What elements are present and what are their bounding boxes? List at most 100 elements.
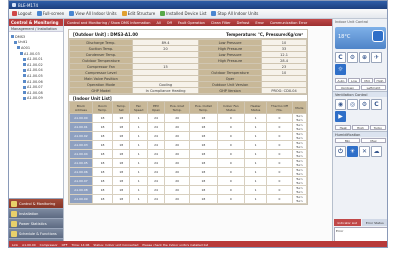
table-cell: 0	[266, 158, 293, 168]
humidity-min-button[interactable]: Min	[335, 138, 360, 143]
unit-address-cell: A1.00.07	[69, 176, 93, 186]
column-header[interactable]: Block Address	[69, 101, 93, 114]
unit-icon	[17, 46, 20, 50]
indoor-unit-table: Block Address Room Temp. Temp. Set Fan Spee…	[69, 101, 308, 204]
table-cell: 18	[91, 167, 114, 177]
column-header[interactable]: Temp. Set	[112, 101, 131, 114]
table-cell: 18	[189, 140, 218, 150]
table-row[interactable]: A1.00.05 18 18 1 24 20 18 0 1 0 Turn Turn	[69, 158, 308, 168]
fan-mid-button[interactable]: Mid	[361, 78, 373, 83]
folder-icon	[14, 40, 17, 44]
swing-updown-button[interactable]: Up/down	[335, 85, 360, 90]
vent-heat-button[interactable]: Heat	[335, 125, 352, 130]
tab-error-status[interactable]: Error Status	[361, 219, 387, 226]
tab-dms-info[interactable]: Control and Monitoring / Show DMS Inform…	[67, 21, 150, 25]
heat-mode-button[interactable]: ☼	[335, 64, 346, 75]
right-tabs: Indicator List Error Status	[333, 219, 387, 226]
filter-defrost[interactable]: Defrost	[237, 21, 250, 25]
table-cell: 1	[129, 158, 149, 168]
table-cell: 20	[164, 140, 191, 150]
table-cell: 18	[189, 113, 218, 123]
device-list-button[interactable]: Installed Device List	[160, 11, 206, 16]
fan-low-button[interactable]: Low	[348, 78, 360, 83]
table-cell: 0	[216, 185, 245, 195]
view-all-button[interactable]: View All Indoor Units	[69, 11, 117, 16]
edit-structure-button[interactable]: Edit Structure	[121, 11, 155, 16]
left-panel-title: Control & Monitoring	[9, 19, 63, 26]
nav-schedule[interactable]: Schedule & Functions	[9, 228, 63, 238]
table-row[interactable]: A1.00.07 18 18 1 24 20 18 0 1 0 Turn Turn	[69, 176, 308, 186]
toolbar: Logout Full-screen View All Indoor Units…	[9, 9, 387, 19]
table-cell: 24	[147, 113, 166, 123]
nav-power-statistics[interactable]: Power Statistics	[9, 218, 63, 228]
table-cell: 0	[216, 194, 245, 204]
window-title: BLE-M174	[18, 2, 39, 8]
swing-leftright-button[interactable]: Left/right	[361, 85, 386, 90]
cloud-button[interactable]: ☁	[371, 146, 382, 157]
cool-mode-button[interactable]: C	[335, 52, 346, 63]
humidity-max-button[interactable]: Max	[361, 138, 386, 143]
column-header[interactable]: Eva. Outlet Temp.	[189, 101, 218, 114]
table-row[interactable]: A1.00.06 18 18 1 24 20 18 0 1 0 Turn Turn	[69, 167, 308, 177]
app-icon	[12, 3, 16, 7]
table-row[interactable]: A1.00.03 18 18 1 24 20 18 0 1 0 Turn Turn	[69, 140, 308, 150]
sun-button[interactable]: ☀	[347, 146, 358, 157]
table-cell: 18	[189, 131, 218, 141]
table-cell: 0	[216, 131, 245, 141]
filter-fault[interactable]: Fault Operation	[178, 21, 205, 25]
column-header[interactable]: EEV Open	[147, 101, 166, 114]
unit-address-cell: A1.00.00	[69, 113, 93, 123]
outdoor-unit-panel: [Outdoor Unit] : DMS3-A1.00 Temperature:…	[68, 29, 308, 205]
fan-high-button[interactable]: High	[374, 78, 386, 83]
tab-indicator-list[interactable]: Indicator List	[334, 219, 361, 226]
column-header[interactable]: Mode	[291, 101, 308, 114]
vent-button-2[interactable]: ◎	[347, 99, 358, 110]
power-knob[interactable]	[372, 30, 384, 42]
app-window: BLE-M174 Logout Full-screen View All Ind…	[8, 0, 388, 248]
vent-turbo-button[interactable]: Turbo	[369, 125, 386, 130]
filter-clean-filter[interactable]: Clean Filter	[211, 21, 231, 25]
main-area: Control and Monitoring / Show DMS Inform…	[64, 19, 332, 247]
table-row[interactable]: A1.00.00 18 18 1 24 20 18 0 1 0 Turn Turn	[69, 113, 308, 123]
table-cell: 18	[91, 194, 114, 204]
filter-comm-error[interactable]: Communication Error	[270, 21, 307, 25]
vent-button-3[interactable]: ⚙	[359, 99, 370, 110]
table-row[interactable]: A1.00.08 18 18 1 24 20 18 0 1 0 Turn Turn	[69, 185, 308, 195]
auto-mode-button[interactable]: ⊕	[359, 52, 370, 63]
column-header[interactable]: Indoor Fan Status	[216, 101, 245, 114]
table-cell: 1	[243, 149, 268, 159]
table-row[interactable]: A1.00.02 18 18 1 24 20 18 0 1 0 Turn Turn	[69, 131, 308, 141]
vent-button-4[interactable]: C	[371, 99, 382, 110]
table-row[interactable]: A1.00.09 18 18 1 24 20 18 0 1 0 Turn Turn	[69, 194, 308, 204]
vent-high-button[interactable]: High	[352, 125, 369, 130]
column-header[interactable]: Thermo Off Hrs.	[266, 101, 293, 114]
vent-button-1[interactable]: ◉	[335, 99, 346, 110]
stop-all-button[interactable]: Stop All Indoor Units	[211, 11, 258, 16]
column-header[interactable]: Eva. Inlet Temp.	[164, 101, 191, 114]
fan-mode-button[interactable]: ⚙	[347, 52, 358, 63]
table-cell: Turn Turn	[291, 185, 308, 195]
column-header[interactable]: Heater Status	[243, 101, 268, 114]
filter-error[interactable]: Error	[255, 21, 264, 25]
column-header[interactable]: Fan Speed	[129, 101, 149, 114]
status-item: OFF	[61, 243, 68, 247]
status-row: GHP Model In Compliance Heating GHP Versio…	[69, 87, 307, 94]
table-row[interactable]: A1.00.01 18 18 1 24 20 18 0 1 0 Turn Turn	[69, 122, 308, 132]
table-cell: 1	[243, 140, 268, 150]
nav-installation[interactable]: Installation	[9, 208, 63, 218]
table-row[interactable]: A1.00.04 18 18 1 24 20 18 0 1 0 Turn Turn	[69, 149, 308, 159]
cancel-button[interactable]: ✕	[359, 146, 370, 157]
monitor-icon	[11, 200, 17, 207]
table-cell: 1	[243, 131, 268, 141]
dry-mode-button[interactable]: ✈	[371, 52, 382, 63]
fan-auto-button[interactable]: Auto	[335, 78, 347, 83]
tree-item[interactable]: A1.00.09	[11, 96, 61, 102]
power-button[interactable]: ⏻	[335, 146, 346, 157]
logout-button[interactable]: Logout	[12, 11, 32, 16]
nav-control-monitoring[interactable]: Control & Monitoring	[9, 198, 63, 208]
fullscreen-button[interactable]: Full-screen	[36, 11, 64, 16]
filter-all[interactable]: All	[156, 21, 160, 25]
column-header[interactable]: Room Temp.	[91, 101, 114, 114]
filter-off[interactable]: Off	[167, 21, 172, 25]
vent-button-5[interactable]: ▶	[335, 111, 346, 122]
